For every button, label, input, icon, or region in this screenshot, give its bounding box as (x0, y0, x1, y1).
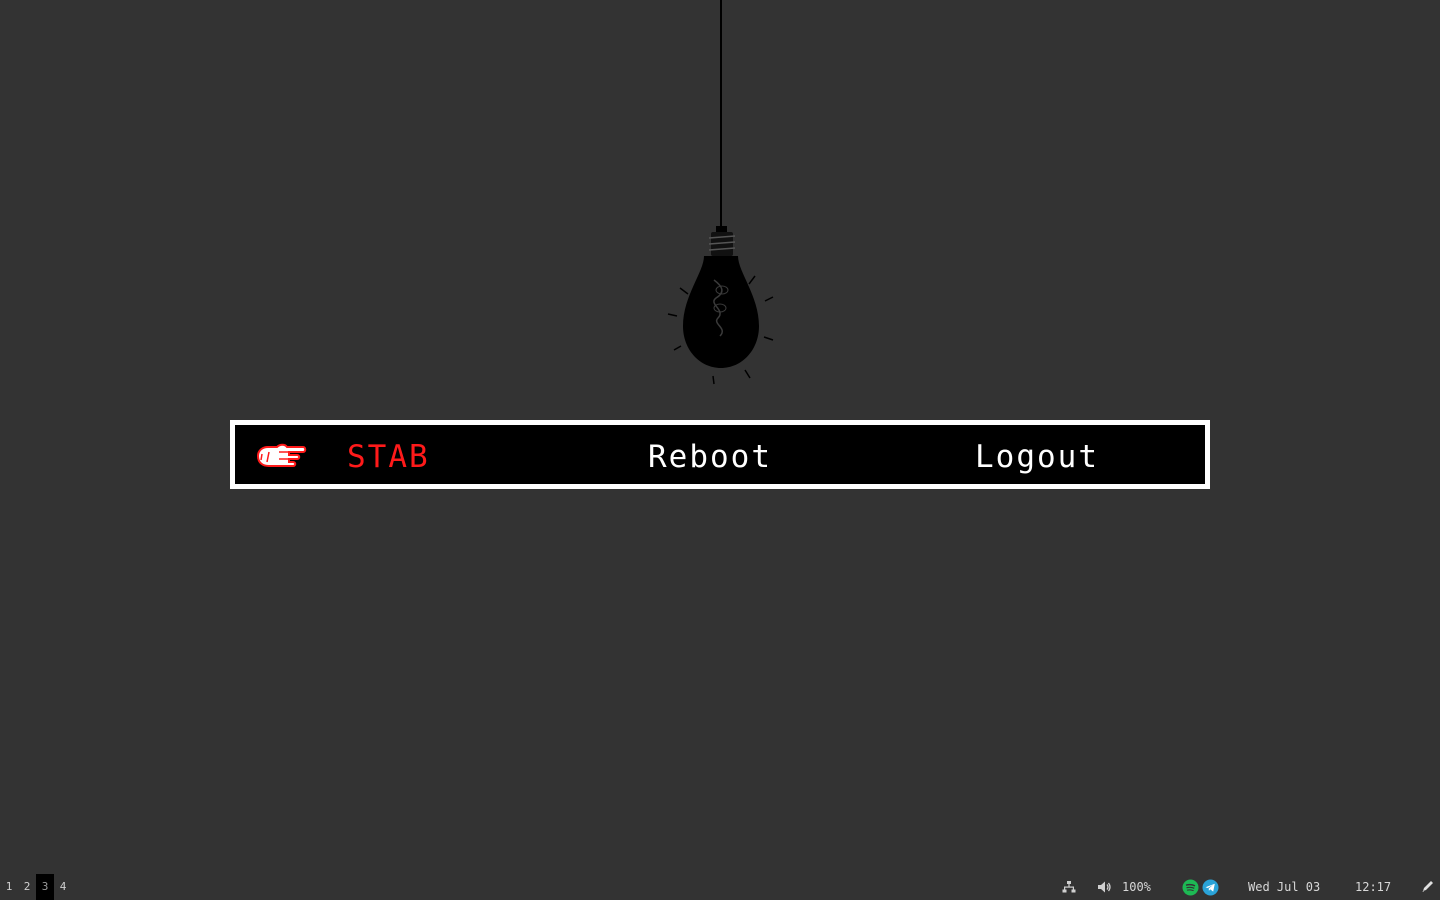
clock-display: 12:17 (1355, 880, 1392, 894)
status-bar: 1 2 3 4 100% Wed Jul 03 12:17 (0, 874, 1440, 900)
workspace-switcher: 1 2 3 4 (0, 874, 72, 900)
power-menu: STAB Reboot Logout (230, 420, 1210, 489)
stab-button[interactable]: STAB (347, 439, 430, 475)
logout-button[interactable]: Logout (975, 439, 1099, 475)
workspace-3[interactable]: 3 (36, 874, 54, 900)
spotify-icon[interactable] (1182, 879, 1199, 896)
volume-level: 100% (1122, 880, 1151, 894)
light-bulb-illustration (667, 0, 774, 385)
workspace-2[interactable]: 2 (18, 874, 36, 900)
network-icon[interactable] (1062, 880, 1076, 894)
workspace-1[interactable]: 1 (0, 874, 18, 900)
date-display: Wed Jul 03 (1248, 880, 1321, 894)
reboot-button[interactable]: Reboot (648, 439, 772, 475)
pointing-hand-icon (256, 443, 307, 467)
desktop: STAB Reboot Logout 1 2 3 4 100% Wed Jul … (0, 0, 1440, 900)
telegram-icon[interactable] (1202, 879, 1219, 896)
speaker-icon[interactable] (1097, 880, 1112, 894)
workspace-4[interactable]: 4 (54, 874, 72, 900)
pen-icon[interactable] (1421, 880, 1434, 893)
